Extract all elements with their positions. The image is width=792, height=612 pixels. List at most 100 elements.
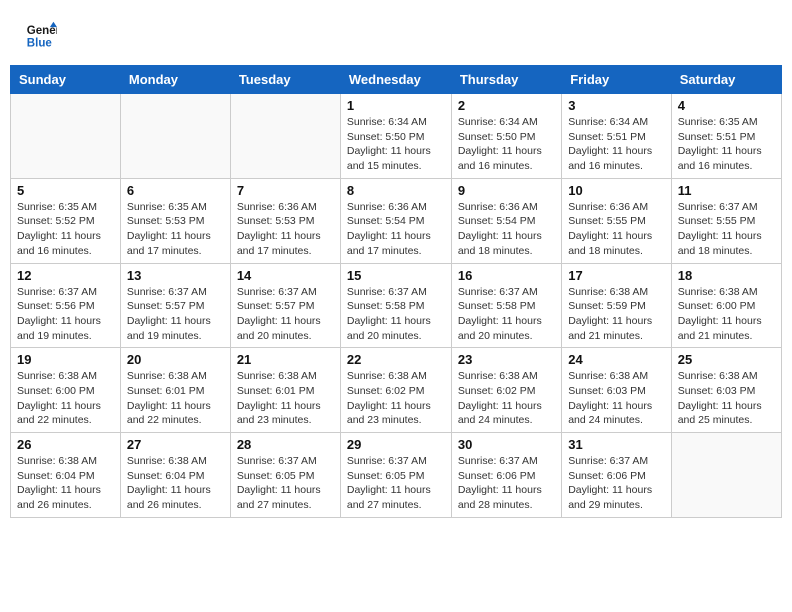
day-info: Sunrise: 6:35 AM Sunset: 5:52 PM Dayligh… — [17, 200, 114, 259]
day-info: Sunrise: 6:38 AM Sunset: 6:03 PM Dayligh… — [678, 369, 775, 428]
calendar-cell: 4 Sunrise: 6:35 AM Sunset: 5:51 PM Daylig… — [671, 94, 781, 179]
day-number: 23 — [458, 352, 555, 367]
day-info: Sunrise: 6:38 AM Sunset: 6:01 PM Dayligh… — [127, 369, 224, 428]
calendar-cell: 24 Sunrise: 6:38 AM Sunset: 6:03 PM Dayli… — [562, 348, 672, 433]
weekday-header-tuesday: Tuesday — [230, 66, 340, 94]
weekday-header-thursday: Thursday — [451, 66, 561, 94]
page-header: General Blue — [10, 10, 782, 57]
calendar-cell — [671, 433, 781, 518]
day-number: 9 — [458, 183, 555, 198]
calendar-cell — [230, 94, 340, 179]
day-info: Sunrise: 6:38 AM Sunset: 6:02 PM Dayligh… — [458, 369, 555, 428]
day-number: 7 — [237, 183, 334, 198]
day-number: 13 — [127, 268, 224, 283]
weekday-header-sunday: Sunday — [11, 66, 121, 94]
calendar-cell: 14Sunrise: 6:37 AM Sunset: 5:57 PM Dayli… — [230, 263, 340, 348]
day-info: Sunrise: 6:35 AM Sunset: 5:53 PM Dayligh… — [127, 200, 224, 259]
day-number: 3 — [568, 98, 665, 113]
day-info: Sunrise: 6:38 AM Sunset: 6:01 PM Dayligh… — [237, 369, 334, 428]
calendar-cell: 22 Sunrise: 6:38 AM Sunset: 6:02 PM Dayli… — [340, 348, 451, 433]
calendar-cell: 11 Sunrise: 6:37 AM Sunset: 5:55 PM Dayli… — [671, 178, 781, 263]
day-info: Sunrise: 6:36 AM Sunset: 5:55 PM Dayligh… — [568, 200, 665, 259]
calendar-cell: 25 Sunrise: 6:38 AM Sunset: 6:03 PM Dayli… — [671, 348, 781, 433]
day-number: 4 — [678, 98, 775, 113]
day-info: Sunrise: 6:34 AM Sunset: 5:50 PM Dayligh… — [347, 115, 445, 174]
calendar-table: SundayMondayTuesdayWednesdayThursdayFrid… — [10, 65, 782, 518]
day-number: 12 — [17, 268, 114, 283]
day-number: 18 — [678, 268, 775, 283]
day-info: Sunrise: 6:37 AM Sunset: 5:58 PM Dayligh… — [458, 285, 555, 344]
calendar-week-1: 1 Sunrise: 6:34 AM Sunset: 5:50 PM Daylig… — [11, 94, 782, 179]
calendar-cell: 3 Sunrise: 6:34 AM Sunset: 5:51 PM Daylig… — [562, 94, 672, 179]
day-number: 30 — [458, 437, 555, 452]
calendar-cell: 29 Sunrise: 6:37 AM Sunset: 6:05 PM Dayli… — [340, 433, 451, 518]
day-info: Sunrise: 6:38 AM Sunset: 6:04 PM Dayligh… — [127, 454, 224, 513]
calendar-cell: 17Sunrise: 6:38 AM Sunset: 5:59 PM Dayli… — [562, 263, 672, 348]
calendar-cell: 23 Sunrise: 6:38 AM Sunset: 6:02 PM Dayli… — [451, 348, 561, 433]
calendar-cell: 10 Sunrise: 6:36 AM Sunset: 5:55 PM Dayli… — [562, 178, 672, 263]
calendar-cell: 13 Sunrise: 6:37 AM Sunset: 5:57 PM Dayli… — [120, 263, 230, 348]
day-info: Sunrise: 6:37 AM Sunset: 6:06 PM Dayligh… — [568, 454, 665, 513]
svg-text:Blue: Blue — [27, 38, 53, 50]
calendar-cell: 19 Sunrise: 6:38 AM Sunset: 6:00 PM Dayli… — [11, 348, 121, 433]
day-info: Sunrise: 6:37 AM Sunset: 6:06 PM Dayligh… — [458, 454, 555, 513]
day-number: 31 — [568, 437, 665, 452]
calendar-week-3: 12 Sunrise: 6:37 AM Sunset: 5:56 PM Dayli… — [11, 263, 782, 348]
logo-icon: General Blue — [25, 20, 57, 52]
weekday-header-monday: Monday — [120, 66, 230, 94]
calendar-cell: 20Sunrise: 6:38 AM Sunset: 6:01 PM Dayli… — [120, 348, 230, 433]
calendar-cell: 7 Sunrise: 6:36 AM Sunset: 5:53 PM Daylig… — [230, 178, 340, 263]
day-info: Sunrise: 6:38 AM Sunset: 6:03 PM Dayligh… — [568, 369, 665, 428]
calendar-cell: 9Sunrise: 6:36 AM Sunset: 5:54 PM Daylig… — [451, 178, 561, 263]
day-number: 24 — [568, 352, 665, 367]
day-info: Sunrise: 6:37 AM Sunset: 5:57 PM Dayligh… — [237, 285, 334, 344]
day-number: 25 — [678, 352, 775, 367]
calendar-cell: 30 Sunrise: 6:37 AM Sunset: 6:06 PM Dayli… — [451, 433, 561, 518]
day-info: Sunrise: 6:38 AM Sunset: 5:59 PM Dayligh… — [568, 285, 665, 344]
day-info: Sunrise: 6:38 AM Sunset: 6:00 PM Dayligh… — [678, 285, 775, 344]
day-number: 29 — [347, 437, 445, 452]
day-number: 6 — [127, 183, 224, 198]
day-number: 27 — [127, 437, 224, 452]
day-number: 26 — [17, 437, 114, 452]
calendar-cell: 6 Sunrise: 6:35 AM Sunset: 5:53 PM Daylig… — [120, 178, 230, 263]
weekday-header-wednesday: Wednesday — [340, 66, 451, 94]
calendar-cell — [11, 94, 121, 179]
day-info: Sunrise: 6:38 AM Sunset: 6:00 PM Dayligh… — [17, 369, 114, 428]
day-info: Sunrise: 6:37 AM Sunset: 5:58 PM Dayligh… — [347, 285, 445, 344]
day-number: 15 — [347, 268, 445, 283]
day-number: 2 — [458, 98, 555, 113]
calendar-cell: 18 Sunrise: 6:38 AM Sunset: 6:00 PM Dayli… — [671, 263, 781, 348]
day-info: Sunrise: 6:37 AM Sunset: 5:57 PM Dayligh… — [127, 285, 224, 344]
calendar-cell: 12 Sunrise: 6:37 AM Sunset: 5:56 PM Dayli… — [11, 263, 121, 348]
day-info: Sunrise: 6:37 AM Sunset: 5:55 PM Dayligh… — [678, 200, 775, 259]
calendar-cell: 2Sunrise: 6:34 AM Sunset: 5:50 PM Daylig… — [451, 94, 561, 179]
day-number: 19 — [17, 352, 114, 367]
calendar-cell: 8Sunrise: 6:36 AM Sunset: 5:54 PM Daylig… — [340, 178, 451, 263]
calendar-cell: 16 Sunrise: 6:37 AM Sunset: 5:58 PM Dayli… — [451, 263, 561, 348]
day-info: Sunrise: 6:38 AM Sunset: 6:02 PM Dayligh… — [347, 369, 445, 428]
weekday-header-friday: Friday — [562, 66, 672, 94]
day-number: 21 — [237, 352, 334, 367]
calendar-cell: 5 Sunrise: 6:35 AM Sunset: 5:52 PM Daylig… — [11, 178, 121, 263]
day-number: 11 — [678, 183, 775, 198]
day-number: 5 — [17, 183, 114, 198]
calendar-cell: 27 Sunrise: 6:38 AM Sunset: 6:04 PM Dayli… — [120, 433, 230, 518]
calendar-week-5: 26 Sunrise: 6:38 AM Sunset: 6:04 PM Dayli… — [11, 433, 782, 518]
day-info: Sunrise: 6:36 AM Sunset: 5:54 PM Dayligh… — [347, 200, 445, 259]
calendar-cell: 26 Sunrise: 6:38 AM Sunset: 6:04 PM Dayli… — [11, 433, 121, 518]
calendar-week-4: 19 Sunrise: 6:38 AM Sunset: 6:00 PM Dayli… — [11, 348, 782, 433]
calendar-cell — [120, 94, 230, 179]
day-info: Sunrise: 6:34 AM Sunset: 5:51 PM Dayligh… — [568, 115, 665, 174]
day-number: 10 — [568, 183, 665, 198]
day-info: Sunrise: 6:38 AM Sunset: 6:04 PM Dayligh… — [17, 454, 114, 513]
day-number: 28 — [237, 437, 334, 452]
day-info: Sunrise: 6:37 AM Sunset: 5:56 PM Dayligh… — [17, 285, 114, 344]
day-info: Sunrise: 6:35 AM Sunset: 5:51 PM Dayligh… — [678, 115, 775, 174]
logo: General Blue — [25, 20, 57, 52]
day-number: 1 — [347, 98, 445, 113]
day-info: Sunrise: 6:37 AM Sunset: 6:05 PM Dayligh… — [347, 454, 445, 513]
day-info: Sunrise: 6:36 AM Sunset: 5:53 PM Dayligh… — [237, 200, 334, 259]
day-number: 22 — [347, 352, 445, 367]
day-number: 16 — [458, 268, 555, 283]
